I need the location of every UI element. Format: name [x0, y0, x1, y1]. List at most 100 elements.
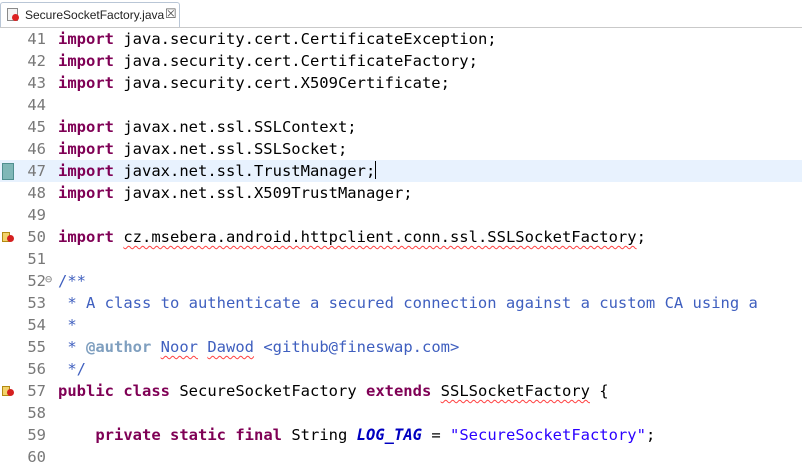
- code-text: import cz.msebera.android.httpclient.con…: [58, 227, 646, 247]
- line-number: 51: [27, 250, 46, 268]
- line-number: 42: [27, 52, 46, 70]
- line-number: 59: [27, 426, 46, 444]
- error-marker-icon[interactable]: [2, 230, 14, 242]
- code-token: Dawod: [207, 338, 255, 356]
- code-token: import: [58, 140, 114, 158]
- code-token: import: [58, 162, 114, 180]
- code-token: LOG_TAG: [356, 426, 422, 444]
- code-text: import java.security.cert.CertificateExc…: [58, 29, 497, 49]
- line-number: 53: [27, 294, 46, 312]
- code-text: public class SecureSocketFactory extends…: [58, 381, 609, 401]
- code-line[interactable]: 51: [0, 248, 802, 270]
- line-number: 52: [27, 272, 46, 290]
- code-token: java.security.cert.CertificateFactory;: [114, 52, 478, 70]
- line-number: 50: [27, 228, 46, 246]
- code-line[interactable]: 59 private static final String LOG_TAG =…: [0, 424, 802, 446]
- code-token: import: [58, 118, 114, 136]
- code-token: import: [58, 52, 114, 70]
- code-token: * A class to authenticate a secured conn…: [58, 294, 758, 312]
- code-token: private: [95, 426, 161, 444]
- code-token: <github@fineswap.com>: [254, 338, 460, 356]
- code-text: * @author Noor Dawod <github@fineswap.co…: [58, 337, 459, 357]
- code-token: ;: [636, 228, 646, 246]
- code-text: *: [58, 315, 77, 335]
- code-token: ;: [645, 426, 656, 444]
- code-token: */: [58, 360, 86, 378]
- editor-tab-secure-socket-factory[interactable]: SecureSocketFactory.java ☒: [0, 2, 180, 27]
- code-token: public: [58, 382, 114, 400]
- line-number: 54: [27, 316, 46, 334]
- code-token: extends: [365, 382, 432, 400]
- code-token: =: [422, 426, 450, 444]
- close-tab-icon[interactable]: ☒: [165, 6, 177, 22]
- code-editor[interactable]: 41 import java.security.cert.CertificateE…: [0, 28, 802, 472]
- code-line[interactable]: 49: [0, 204, 802, 226]
- code-token: javax.net.ssl.X509TrustManager;: [114, 184, 413, 202]
- code-token: String: [282, 426, 357, 444]
- code-line[interactable]: 44: [0, 94, 802, 116]
- code-line[interactable]: 52 ⊖ /**: [0, 270, 802, 292]
- code-line[interactable]: 50 import cz.msebera.android.httpclient.c…: [0, 226, 802, 248]
- code-token: final: [235, 426, 283, 444]
- code-token: *: [58, 338, 86, 356]
- code-line[interactable]: 42 import java.security.cert.CertificateF…: [0, 50, 802, 72]
- code-line[interactable]: 41 import java.security.cert.CertificateE…: [0, 28, 802, 50]
- line-number: 44: [27, 96, 46, 114]
- line-number: 60: [27, 448, 46, 466]
- code-text: private static final String LOG_TAG = "S…: [58, 425, 655, 445]
- code-line[interactable]: 57 public class SecureSocketFactory exten…: [0, 380, 802, 402]
- code-text: import javax.net.ssl.TrustManager;: [58, 161, 377, 181]
- code-text: * A class to authenticate a secured conn…: [58, 293, 758, 313]
- editor-tab-bar: SecureSocketFactory.java ☒: [0, 0, 802, 28]
- code-token: javax.net.ssl.TrustManager;: [114, 162, 376, 180]
- code-line[interactable]: 54 *: [0, 314, 802, 336]
- error-marker-icon[interactable]: [2, 384, 14, 396]
- line-number: 55: [27, 338, 46, 356]
- code-token: {: [589, 382, 609, 400]
- line-number: 57: [27, 382, 46, 400]
- code-text: import javax.net.ssl.SSLContext;: [58, 117, 357, 137]
- code-token: javax.net.ssl.SSLContext;: [114, 118, 357, 136]
- quick-diff-change-marker[interactable]: [2, 163, 14, 180]
- line-number: 46: [27, 140, 46, 158]
- code-line[interactable]: 55 * @author Noor Dawod <github@fineswap…: [0, 336, 802, 358]
- code-text: import java.security.cert.CertificateFac…: [58, 51, 478, 71]
- code-token: static: [170, 426, 226, 444]
- code-line[interactable]: 47 import javax.net.ssl.TrustManager;: [0, 160, 802, 182]
- code-token: import: [58, 184, 114, 202]
- code-token: javax.net.ssl.SSLSocket;: [114, 140, 348, 158]
- tab-title: SecureSocketFactory.java: [25, 8, 165, 22]
- code-token: @author: [86, 338, 152, 356]
- code-token: import: [58, 228, 114, 246]
- line-number: 47: [27, 162, 46, 180]
- code-text: import java.security.cert.X509Certificat…: [58, 73, 450, 93]
- code-token: class: [123, 382, 171, 400]
- code-text: /**: [58, 271, 86, 291]
- code-line[interactable]: 43 import java.security.cert.X509Certific…: [0, 72, 802, 94]
- code-token: *: [58, 316, 77, 334]
- text-caret: [375, 161, 377, 179]
- code-line[interactable]: 60: [0, 446, 802, 468]
- code-token: SSLSocketFactory: [440, 382, 590, 400]
- line-number: 48: [27, 184, 46, 202]
- code-token: Noor: [160, 338, 198, 356]
- fold-toggle-icon[interactable]: ⊖: [45, 272, 52, 286]
- code-line[interactable]: 58: [0, 402, 802, 424]
- code-token: cz.msebera.android.httpclient.conn.ssl.S…: [123, 228, 637, 246]
- code-token: SecureSocketFactory: [170, 382, 366, 400]
- line-number: 41: [27, 30, 46, 48]
- code-line[interactable]: 45 import javax.net.ssl.SSLContext;: [0, 116, 802, 138]
- code-line[interactable]: 56 */: [0, 358, 802, 380]
- code-line[interactable]: 48 import javax.net.ssl.X509TrustManager;: [0, 182, 802, 204]
- code-token: java.security.cert.CertificateException;: [114, 30, 497, 48]
- code-line[interactable]: 46 import javax.net.ssl.SSLSocket;: [0, 138, 802, 160]
- code-line[interactable]: 53 * A class to authenticate a secured c…: [0, 292, 802, 314]
- line-number: 58: [27, 404, 46, 422]
